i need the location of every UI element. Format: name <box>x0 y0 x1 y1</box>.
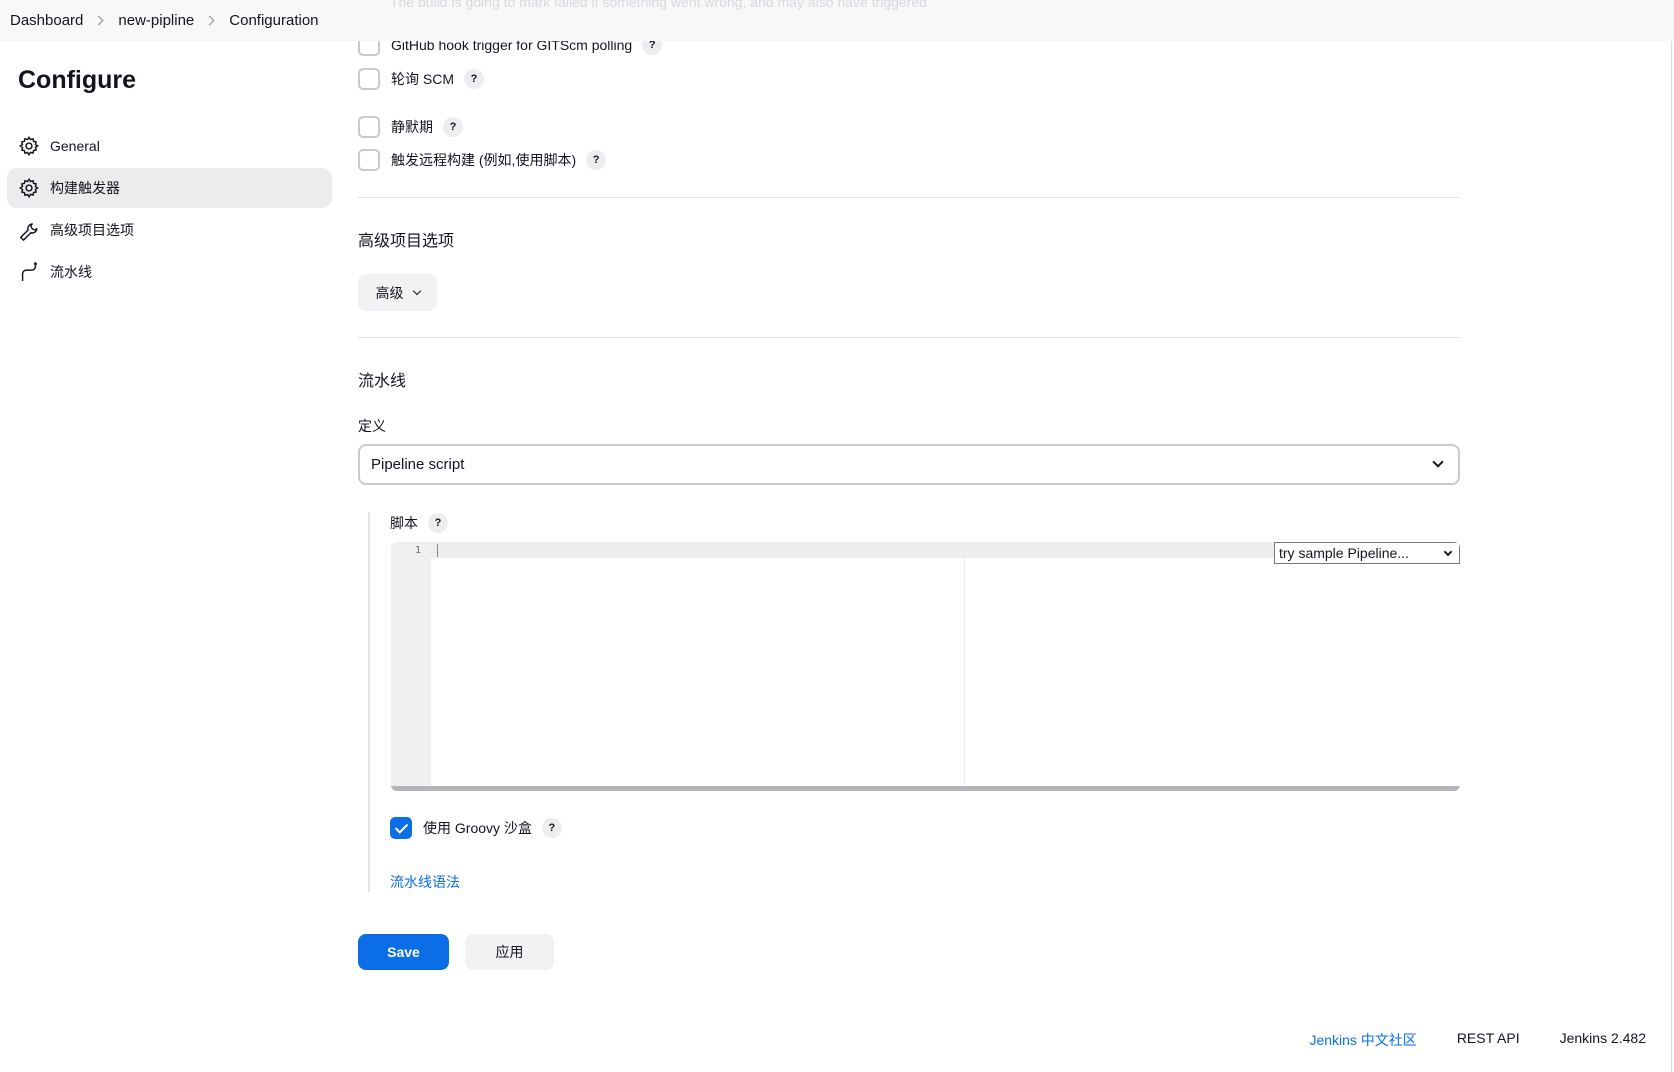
groovy-sandbox-checkbox[interactable] <box>390 817 412 839</box>
pipeline-section-title: 流水线 <box>358 373 407 390</box>
version-label[interactable]: Jenkins 2.482 <box>1560 1030 1646 1050</box>
scrolled-help-text: The build is going to mark failed if som… <box>390 0 927 10</box>
apply-button[interactable]: 应用 <box>465 934 554 970</box>
breadcrumb: The build is going to mark failed if som… <box>0 0 1674 41</box>
definition-label: 定义 <box>358 418 386 434</box>
sample-select-value: try sample Pipeline... <box>1279 545 1409 561</box>
script-label: 脚本 <box>390 515 418 531</box>
trigger-remote-build: 触发远程构建 (例如,使用脚本) ? <box>358 149 607 171</box>
script-editor[interactable]: 1 try sample Pipeline... <box>391 542 1460 791</box>
line-gutter <box>391 542 431 791</box>
remote-build-checkbox[interactable] <box>358 149 380 171</box>
sidebar-item-label: General <box>50 138 100 154</box>
sample-pipeline-select[interactable]: try sample Pipeline... <box>1274 542 1460 564</box>
editor-scrollbar[interactable] <box>391 786 1460 791</box>
sidebar-item-label: 高级项目选项 <box>50 222 134 238</box>
sidebar-item-label: 流水线 <box>50 264 92 280</box>
page-footer: Jenkins 中文社区 REST API Jenkins 2.482 <box>1309 1030 1646 1050</box>
advanced-toggle-button[interactable]: 高级 <box>358 274 437 311</box>
rest-api-link[interactable]: REST API <box>1457 1030 1520 1050</box>
definition-select[interactable]: Pipeline script <box>358 444 1460 485</box>
wrench-icon <box>20 223 38 241</box>
community-link[interactable]: Jenkins 中文社区 <box>1309 1030 1416 1050</box>
section-divider <box>358 197 1460 198</box>
remote-build-label: 触发远程构建 (例如,使用脚本) <box>391 152 577 168</box>
pipeline-syntax-link[interactable]: 流水线语法 <box>390 872 460 892</box>
line-number: 1 <box>414 545 421 556</box>
trigger-poll-scm: 轮询 SCM ? <box>358 68 484 90</box>
chevron-down-icon <box>1432 456 1444 468</box>
chevron-down-icon <box>412 286 421 295</box>
print-margin <box>964 542 965 791</box>
quiet-period-checkbox[interactable] <box>358 116 380 138</box>
chevron-down-icon <box>1443 547 1453 557</box>
groovy-sandbox-row: 使用 Groovy 沙盒 ? <box>390 817 562 839</box>
page-title: Configure <box>18 66 137 94</box>
breadcrumb-dashboard[interactable]: Dashboard <box>10 12 83 29</box>
breadcrumb-job[interactable]: new-pipline <box>118 12 194 29</box>
pipeline-icon <box>21 262 37 281</box>
section-divider <box>358 337 1460 338</box>
sidebar-item-general[interactable]: General <box>7 126 332 166</box>
gear-icon <box>18 135 39 157</box>
definition-value: Pipeline script <box>371 456 465 473</box>
groovy-sandbox-label: 使用 Groovy 沙盒 <box>423 820 532 836</box>
help-icon[interactable]: ? <box>428 513 448 533</box>
gear-icon <box>18 177 39 199</box>
chevron-right-icon <box>204 15 215 26</box>
window-edge <box>1671 0 1672 1072</box>
chevron-right-icon <box>93 15 104 26</box>
trigger-quiet-period: 静默期 ? <box>358 116 463 138</box>
advanced-button-label: 高级 <box>375 284 404 301</box>
advanced-section-title: 高级项目选项 <box>358 233 455 250</box>
sidebar-item-pipeline[interactable]: 流水线 <box>7 252 332 292</box>
save-button[interactable]: Save <box>358 934 449 970</box>
text-cursor <box>437 544 438 557</box>
help-icon[interactable]: ? <box>586 150 607 170</box>
help-icon[interactable]: ? <box>464 69 484 89</box>
sidebar-item-label: 构建触发器 <box>50 180 120 196</box>
sidebar-item-advanced[interactable]: 高级项目选项 <box>7 210 332 250</box>
breadcrumb-configuration[interactable]: Configuration <box>229 12 318 29</box>
nested-section-rule <box>368 512 370 892</box>
script-field-header: 脚本 ? <box>390 513 448 533</box>
poll-scm-checkbox[interactable] <box>358 68 380 90</box>
help-icon[interactable]: ? <box>541 818 562 838</box>
sidebar-nav: General 构建触发器 高级项目选项 流水线 <box>7 126 332 294</box>
quiet-period-label: 静默期 <box>391 119 433 135</box>
poll-scm-label: 轮询 SCM <box>391 71 454 87</box>
sidebar-item-build-triggers[interactable]: 构建触发器 <box>7 168 332 208</box>
help-icon[interactable]: ? <box>443 117 463 137</box>
